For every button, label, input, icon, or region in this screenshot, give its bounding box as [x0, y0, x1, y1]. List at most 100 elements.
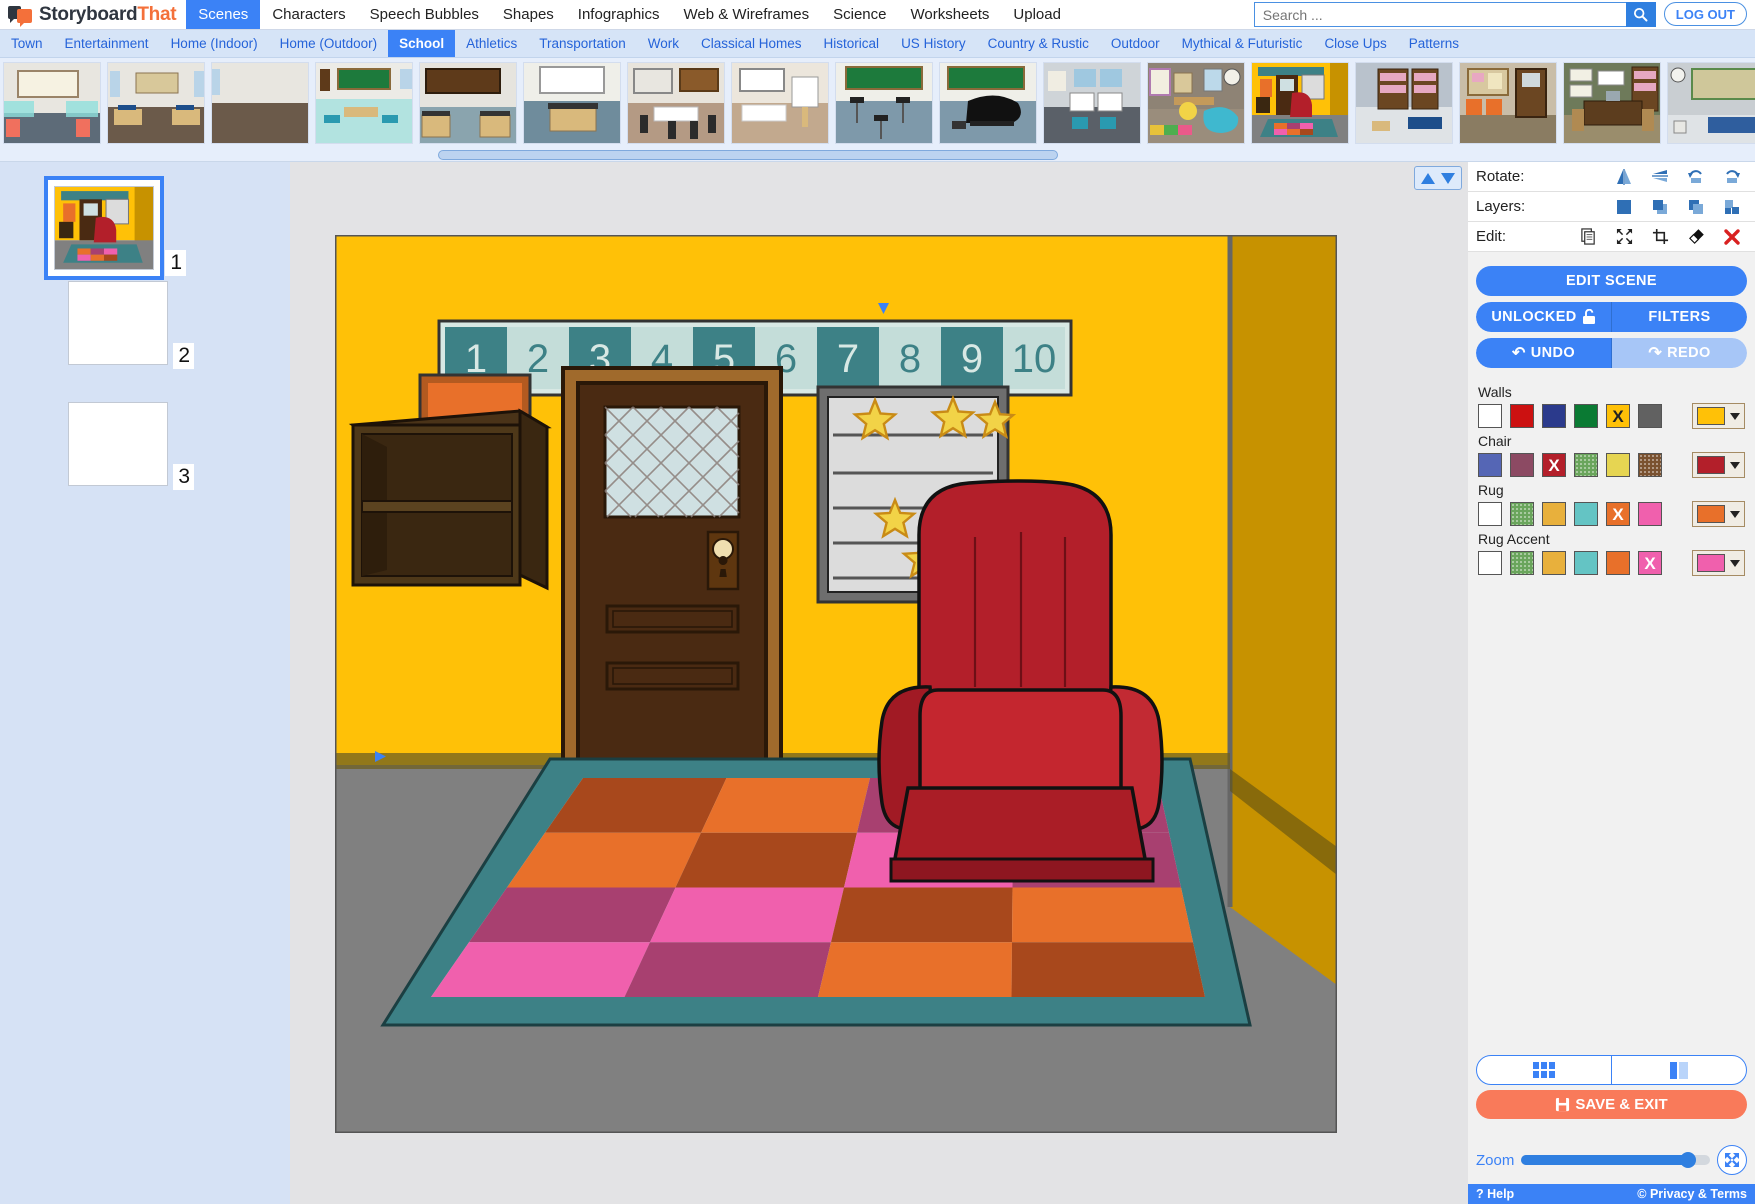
- scene-thumbnail-empty-room-wood-floor[interactable]: [211, 62, 309, 144]
- crop-icon[interactable]: [1642, 228, 1678, 245]
- swatch-rug-3[interactable]: [1574, 502, 1598, 526]
- pager-up-icon[interactable]: [1421, 172, 1435, 184]
- swatch-walls-2[interactable]: [1542, 404, 1566, 428]
- swatch-rug-1[interactable]: [1510, 502, 1534, 526]
- sub-nav-item-athletics[interactable]: Athletics: [455, 30, 528, 57]
- current-color-dropdown-rug-accent[interactable]: [1692, 550, 1745, 576]
- current-color-dropdown-rug[interactable]: [1692, 501, 1745, 527]
- brand-logo[interactable]: StoryboardThat: [0, 0, 186, 29]
- redo-button[interactable]: ↷ REDO: [1612, 338, 1747, 368]
- top-nav-item-science[interactable]: Science: [821, 0, 898, 29]
- swatch-rug-2[interactable]: [1542, 502, 1566, 526]
- scene-thumbnail-classroom-easel[interactable]: [731, 62, 829, 144]
- scene-thumbnail-office-desk-bookshelf[interactable]: [1563, 62, 1661, 144]
- swatch-chair-0[interactable]: [1478, 453, 1502, 477]
- swatch-chair-1[interactable]: [1510, 453, 1534, 477]
- scene-thumbnail-science-lab-counters[interactable]: [419, 62, 517, 144]
- scene-thumbnail-computer-lab[interactable]: [1043, 62, 1141, 144]
- storyboard-cell-3[interactable]: 3: [68, 402, 194, 490]
- sub-nav-item-historical[interactable]: Historical: [813, 30, 891, 57]
- send-to-back-icon[interactable]: [1714, 198, 1750, 216]
- swatch-rug-5[interactable]: [1638, 502, 1662, 526]
- sub-nav-item-mythical-futuristic[interactable]: Mythical & Futuristic: [1171, 30, 1314, 57]
- top-nav-item-upload[interactable]: Upload: [1001, 0, 1073, 29]
- storyboard-cell-2[interactable]: 2: [68, 281, 194, 369]
- swatch-rug-accent-5[interactable]: X: [1638, 551, 1662, 575]
- swatch-chair-2[interactable]: X: [1542, 453, 1566, 477]
- swatch-rug-accent-1[interactable]: [1510, 551, 1534, 575]
- swatch-walls-0[interactable]: [1478, 404, 1502, 428]
- sub-nav-item-town[interactable]: Town: [0, 30, 54, 57]
- swatch-rug-accent-0[interactable]: [1478, 551, 1502, 575]
- scene-thumbnail-art-room-stools[interactable]: [627, 62, 725, 144]
- swatch-walls-1[interactable]: [1510, 404, 1534, 428]
- help-link[interactable]: ? Help: [1476, 1187, 1514, 1201]
- copy-icon[interactable]: [1570, 228, 1606, 245]
- scene-thumbnail-lab-whiteboard-island[interactable]: [523, 62, 621, 144]
- swatch-rug-accent-2[interactable]: [1542, 551, 1566, 575]
- swatch-chair-3[interactable]: [1574, 453, 1598, 477]
- undo-button[interactable]: ↶ UNDO: [1476, 338, 1612, 368]
- scene-thumbnail-principal-office-hall[interactable]: [1459, 62, 1557, 144]
- swatch-walls-5[interactable]: [1638, 404, 1662, 428]
- flip-horizontal-icon[interactable]: [1606, 168, 1642, 186]
- top-nav-item-shapes[interactable]: Shapes: [491, 0, 566, 29]
- privacy-link[interactable]: © Privacy & Terms: [1637, 1187, 1747, 1201]
- scene-canvas[interactable]: 1 2 3 4 5 6 7 8 9 10: [335, 235, 1337, 1133]
- sub-nav-item-country-rustic[interactable]: Country & Rustic: [977, 30, 1100, 57]
- cell-pager-control[interactable]: [1414, 166, 1462, 190]
- column-view-button[interactable]: [1612, 1056, 1746, 1084]
- sub-nav-item-school[interactable]: School: [388, 30, 456, 57]
- filters-button[interactable]: FILTERS: [1612, 302, 1747, 332]
- scene-thumbnail-classroom-green-chalkboard[interactable]: [315, 62, 413, 144]
- swatch-chair-4[interactable]: [1606, 453, 1630, 477]
- swatch-walls-4[interactable]: X: [1606, 404, 1630, 428]
- rotate-left-icon[interactable]: [1678, 168, 1714, 186]
- sub-nav-item-home-indoor-[interactable]: Home (Indoor): [160, 30, 269, 57]
- search-input[interactable]: [1253, 2, 1626, 27]
- scene-strip-scrollbar-thumb[interactable]: [438, 150, 1058, 160]
- sub-nav-item-work[interactable]: Work: [637, 30, 690, 57]
- sub-nav-item-outdoor[interactable]: Outdoor: [1100, 30, 1171, 57]
- search-button[interactable]: [1625, 2, 1656, 27]
- storyboard-cell-1[interactable]: 1: [44, 176, 186, 280]
- top-nav-item-worksheets[interactable]: Worksheets: [898, 0, 1001, 29]
- top-nav-item-scenes[interactable]: Scenes: [186, 0, 261, 29]
- send-backward-icon[interactable]: [1678, 198, 1714, 216]
- delete-icon[interactable]: [1714, 228, 1750, 246]
- sub-nav-item-us-history[interactable]: US History: [890, 30, 977, 57]
- swatch-chair-5[interactable]: [1638, 453, 1662, 477]
- swatch-rug-4[interactable]: X: [1606, 502, 1630, 526]
- swatch-rug-accent-4[interactable]: [1606, 551, 1630, 575]
- scene-thumbnail-music-room-stands[interactable]: [835, 62, 933, 144]
- eraser-icon[interactable]: [1678, 228, 1714, 245]
- sub-nav-item-home-outdoor-[interactable]: Home (Outdoor): [269, 30, 389, 57]
- scene-strip-scrollbar-track[interactable]: [0, 148, 1755, 162]
- sub-nav-item-close-ups[interactable]: Close Ups: [1313, 30, 1397, 57]
- swatch-walls-3[interactable]: [1574, 404, 1598, 428]
- sub-nav-item-patterns[interactable]: Patterns: [1398, 30, 1470, 57]
- save-and-exit-button[interactable]: SAVE & EXIT: [1476, 1090, 1747, 1119]
- bring-forward-icon[interactable]: [1642, 198, 1678, 216]
- top-nav-item-infographics[interactable]: Infographics: [566, 0, 672, 29]
- fit-to-screen-button[interactable]: [1717, 1145, 1747, 1175]
- edit-scene-button[interactable]: EDIT SCENE: [1476, 266, 1747, 296]
- logout-button[interactable]: LOG OUT: [1663, 2, 1747, 26]
- scene-thumbnail-classroom-whiteboard-desks[interactable]: [3, 62, 101, 144]
- resize-icon[interactable]: [1606, 228, 1642, 245]
- scene-thumbnail-classroom-rows-of-desks[interactable]: [107, 62, 205, 144]
- pager-down-icon[interactable]: [1441, 172, 1455, 184]
- scene-thumbnail-strip[interactable]: [0, 58, 1755, 148]
- swatch-rug-accent-3[interactable]: [1574, 551, 1598, 575]
- scene-thumbnail-library-bookshelves[interactable]: [1355, 62, 1453, 144]
- unlocked-button[interactable]: UNLOCKED: [1476, 302, 1612, 332]
- bring-to-front-icon[interactable]: [1606, 198, 1642, 216]
- flip-vertical-icon[interactable]: [1642, 168, 1678, 186]
- sub-nav-item-entertainment[interactable]: Entertainment: [54, 30, 160, 57]
- current-color-dropdown-walls[interactable]: [1692, 403, 1745, 429]
- swatch-rug-0[interactable]: [1478, 502, 1502, 526]
- scene-thumbnail-nurse-office[interactable]: [1667, 62, 1755, 144]
- top-nav-item-speech-bubbles[interactable]: Speech Bubbles: [358, 0, 491, 29]
- top-nav-item-web-wireframes[interactable]: Web & Wireframes: [672, 0, 822, 29]
- sub-nav-item-classical-homes[interactable]: Classical Homes: [690, 30, 813, 57]
